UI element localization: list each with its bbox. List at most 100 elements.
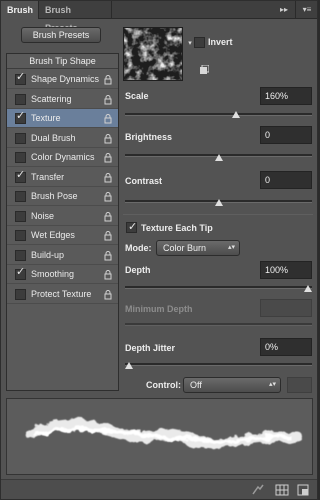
- double-chevron-icon[interactable]: ▸▸: [275, 3, 293, 17]
- brush-projection-grid-icon[interactable]: [275, 483, 289, 497]
- depth-jitter-slider-thumb[interactable]: [125, 362, 133, 369]
- checkmark-icon: ✓: [16, 71, 26, 83]
- up-down-arrows-icon: ▴▾: [268, 381, 276, 388]
- invert-checkbox[interactable]: [194, 37, 205, 48]
- lock-icon[interactable]: [103, 133, 113, 144]
- lock-icon[interactable]: [103, 191, 113, 202]
- brush-tip-shape-item[interactable]: Brush Tip Shape: [7, 54, 118, 69]
- option-label: Smoothing: [31, 269, 75, 279]
- toggle-live-tip-preview-icon[interactable]: [251, 483, 265, 497]
- option-checkbox[interactable]: [15, 249, 26, 261]
- brush-option-row[interactable]: Scattering: [7, 90, 118, 109]
- brush-option-row[interactable]: ✓ Texture: [7, 109, 118, 128]
- mode-select[interactable]: Color Burn ▴▾: [156, 240, 240, 256]
- lock-icon[interactable]: [103, 152, 113, 163]
- scale-slider-thumb[interactable]: [232, 111, 241, 118]
- lock-icon[interactable]: [103, 230, 113, 241]
- option-checkbox[interactable]: [15, 152, 26, 163]
- section-divider: [123, 214, 313, 215]
- bottom-toolbar: [1, 479, 317, 499]
- control-select-value: Off: [190, 380, 202, 390]
- brush-option-row[interactable]: Noise: [7, 207, 118, 226]
- brush-stroke-image: [25, 418, 303, 449]
- brush-option-row[interactable]: ✓ Transfer: [7, 168, 118, 187]
- lock-icon[interactable]: [103, 289, 113, 300]
- depth-jitter-slider-track[interactable]: [125, 363, 312, 366]
- texture-pattern-swatch[interactable]: [123, 27, 183, 81]
- tab-brush-presets[interactable]: Brush Presets: [39, 1, 111, 33]
- texture-pattern-image: [124, 28, 182, 80]
- texture-each-tip-checkbox[interactable]: ✓: [126, 221, 137, 233]
- option-label: Color Dynamics: [31, 152, 95, 162]
- brush-option-row[interactable]: Wet Edges: [7, 226, 118, 245]
- depth-label: Depth: [125, 265, 151, 275]
- depth-field[interactable]: 100%: [260, 261, 312, 279]
- brightness-field[interactable]: 0: [260, 126, 312, 144]
- up-down-arrows-icon: ▴▾: [227, 244, 235, 251]
- mode-label: Mode:: [125, 243, 152, 253]
- brush-presets-button[interactable]: Brush Presets: [21, 27, 101, 43]
- minimum-depth-slider-track: [125, 323, 312, 326]
- option-label: Scattering: [31, 93, 72, 104]
- option-label: Protect Texture: [31, 288, 92, 299]
- tab-divider: [111, 1, 112, 19]
- row-divider: [7, 302, 118, 304]
- depth-jitter-field[interactable]: 0%: [260, 338, 312, 356]
- lock-icon[interactable]: [103, 250, 113, 261]
- contrast-field[interactable]: 0: [260, 171, 312, 189]
- tab-bar: Brush Brush Presets ▸▸ ▾≡: [1, 1, 317, 33]
- brush-settings-list: Brush Tip Shape ✓ Shape Dynamics Scatterin…: [6, 53, 119, 391]
- control-extra-field: [287, 377, 312, 393]
- brush-option-row[interactable]: Color Dynamics: [7, 148, 118, 167]
- lock-icon[interactable]: [103, 211, 113, 222]
- option-label: Shape Dynamics: [31, 74, 100, 84]
- mode-select-value: Color Burn: [163, 243, 207, 253]
- option-label: Dual Brush: [31, 132, 76, 143]
- option-checkbox[interactable]: [15, 191, 26, 202]
- texture-each-tip-label: Texture Each Tip: [141, 223, 213, 233]
- contrast-label: Contrast: [125, 176, 163, 186]
- brush-option-row[interactable]: ✓ Shape Dynamics: [7, 70, 118, 89]
- option-checkbox[interactable]: [15, 230, 26, 241]
- lock-icon[interactable]: [103, 94, 113, 105]
- invert-label: Invert: [208, 37, 233, 47]
- control-label: Control:: [146, 380, 181, 390]
- panel-menu-icon[interactable]: ▾≡: [298, 3, 316, 17]
- scale-field[interactable]: 160%: [260, 87, 312, 105]
- create-new-brush-icon[interactable]: [296, 483, 310, 497]
- brush-option-row[interactable]: Brush Pose: [7, 187, 118, 206]
- scale-slider-track[interactable]: [125, 113, 312, 116]
- depth-jitter-label: Depth Jitter: [125, 343, 176, 353]
- control-select[interactable]: Off ▴▾: [183, 377, 281, 393]
- pattern-picker-arrow-icon[interactable]: ▾: [186, 35, 194, 53]
- brush-option-row[interactable]: ✓ Smoothing: [7, 265, 118, 284]
- minimum-depth-label: Minimum Depth: [125, 304, 193, 314]
- tab-brush[interactable]: Brush: [1, 1, 39, 19]
- new-preset-icon[interactable]: [199, 64, 210, 75]
- tab-divider: [295, 1, 296, 19]
- depth-slider-track[interactable]: [125, 286, 312, 289]
- contrast-slider-thumb[interactable]: [214, 199, 223, 206]
- brush-panel: Brush Brush Presets ▸▸ ▾≡ Brush Presets …: [0, 0, 318, 500]
- option-checkbox[interactable]: [15, 210, 26, 222]
- scale-label: Scale: [125, 91, 149, 101]
- brightness-slider-thumb[interactable]: [214, 154, 223, 161]
- depth-slider-thumb[interactable]: [304, 285, 312, 292]
- option-label: Brush Pose: [31, 191, 78, 201]
- lock-icon[interactable]: [103, 269, 113, 280]
- option-label: Noise: [31, 210, 55, 221]
- option-label: Build-up: [31, 249, 65, 260]
- option-checkbox[interactable]: [15, 93, 26, 105]
- brush-option-row[interactable]: Dual Brush: [7, 129, 118, 148]
- lock-icon[interactable]: [103, 113, 113, 124]
- brush-option-row[interactable]: Protect Texture: [7, 285, 118, 304]
- option-label: Wet Edges: [31, 230, 75, 240]
- brush-option-row[interactable]: Build-up: [7, 246, 118, 265]
- lock-icon[interactable]: [103, 74, 113, 85]
- checkmark-icon: ✓: [16, 110, 26, 122]
- option-label: Transfer: [31, 171, 65, 182]
- option-label: Texture: [31, 113, 61, 123]
- lock-icon[interactable]: [103, 172, 113, 183]
- option-checkbox[interactable]: [15, 132, 26, 144]
- option-checkbox[interactable]: [15, 288, 26, 300]
